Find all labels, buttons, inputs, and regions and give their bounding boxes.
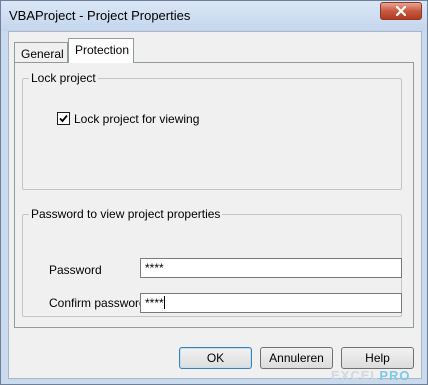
tab-protection-label: Protection (75, 43, 130, 57)
ok-button[interactable]: OK (179, 347, 252, 369)
title-bar[interactable]: VBAProject - Project Properties (1, 1, 427, 31)
lock-project-group: Lock project (22, 71, 402, 190)
confirm-password-value: **** (145, 296, 164, 310)
tab-general-label: General (21, 47, 64, 61)
lock-project-legend: Lock project (31, 71, 96, 85)
window-title: VBAProject - Project Properties (9, 8, 191, 23)
confirm-password-input[interactable]: **** (140, 293, 402, 313)
password-value: **** (145, 261, 164, 275)
tab-general[interactable]: General (14, 42, 68, 62)
lock-project-checkbox[interactable] (57, 112, 70, 125)
password-input[interactable]: **** (140, 258, 402, 278)
help-button[interactable]: Help (341, 347, 414, 369)
text-caret (163, 296, 165, 309)
dialog-client: General Protection Lock project Password… (8, 31, 422, 379)
confirm-password-label: Confirm password (49, 296, 146, 310)
watermark-logo: EXCELPRO (331, 368, 427, 384)
tab-protection[interactable]: Protection (68, 38, 134, 63)
close-button[interactable] (380, 2, 422, 20)
password-label: Password (49, 263, 102, 277)
watermark-prefix: EXCEL (331, 368, 380, 383)
password-group-legend: Password to view project properties (31, 207, 221, 221)
protection-panel: Lock project Password to view project pr… (14, 62, 414, 328)
dialog-window: VBAProject - Project Properties General … (0, 0, 428, 385)
watermark-suffix: PRO (379, 368, 411, 383)
lock-project-label[interactable]: Lock project for viewing (74, 112, 199, 126)
cancel-button[interactable]: Annuleren (260, 347, 333, 369)
checkmark-icon (59, 114, 68, 123)
close-icon (396, 6, 406, 16)
